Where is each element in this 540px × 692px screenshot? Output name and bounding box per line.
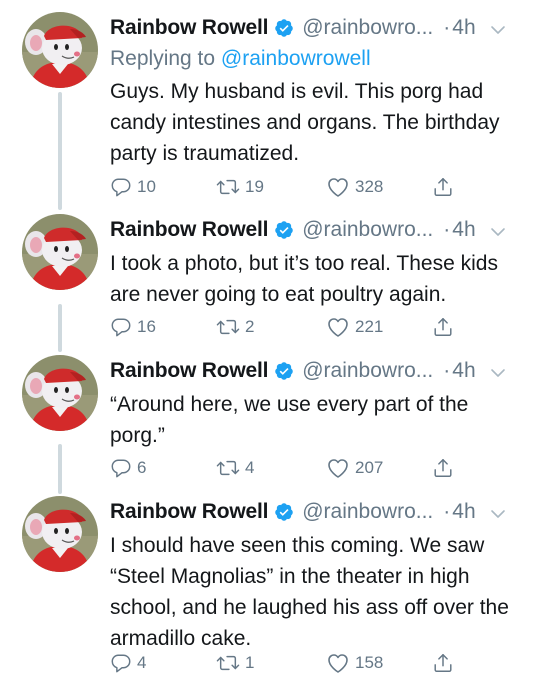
verified-badge-icon (274, 220, 294, 240)
separator-dot: · (443, 500, 451, 523)
share-button[interactable] (432, 316, 454, 338)
chevron-down-icon[interactable] (490, 222, 506, 238)
avatar[interactable] (22, 496, 98, 572)
retweet-button[interactable]: 19 (216, 176, 264, 198)
tweet-text: “Around here, we use every part of the p… (110, 393, 469, 447)
like-button[interactable]: 221 (326, 316, 383, 338)
reply-icon (110, 652, 132, 674)
share-icon (432, 652, 454, 674)
retweet-button[interactable]: 1 (216, 652, 254, 674)
like-count: 221 (355, 317, 384, 336)
reply-mention-link[interactable]: @rainbowrowell (221, 47, 371, 70)
reply-icon (110, 457, 132, 479)
heart-icon (326, 457, 350, 479)
reply-count: 16 (137, 317, 156, 336)
author-handle[interactable]: @rainbowro... (302, 218, 433, 242)
verified-badge-icon (274, 18, 294, 38)
like-count: 328 (355, 177, 384, 196)
retweet-count: 2 (245, 317, 255, 336)
timestamp[interactable]: 4h (452, 218, 475, 242)
reply-icon (110, 316, 132, 338)
share-icon (432, 176, 454, 198)
heart-icon (326, 652, 350, 674)
author-name[interactable]: Rainbow Rowell (110, 359, 268, 383)
tweet-text: Guys. My husband is evil. This porg had … (110, 80, 500, 165)
tweet-text: I should have seen this coming. We saw “… (110, 534, 509, 650)
retweet-button[interactable]: 4 (216, 457, 254, 479)
like-button[interactable]: 207 (326, 457, 383, 479)
like-button[interactable]: 328 (326, 176, 383, 198)
timestamp[interactable]: 4h (452, 500, 475, 524)
retweet-button[interactable]: 2 (216, 316, 254, 338)
timestamp[interactable]: 4h (452, 16, 475, 40)
share-icon (432, 457, 454, 479)
author-name[interactable]: Rainbow Rowell (110, 500, 268, 524)
like-count: 207 (355, 458, 384, 477)
chevron-down-icon[interactable] (490, 504, 506, 520)
retweet-icon (216, 652, 240, 674)
replying-to-label: Replying to (110, 47, 221, 70)
reply-count: 10 (137, 177, 156, 196)
retweet-icon (216, 176, 240, 198)
reply-count: 6 (137, 458, 147, 477)
verified-badge-icon (274, 502, 294, 522)
author-name[interactable]: Rainbow Rowell (110, 16, 268, 40)
avatar[interactable] (22, 355, 98, 431)
heart-icon (326, 176, 350, 198)
like-button[interactable]: 158 (326, 652, 383, 674)
author-handle[interactable]: @rainbowro... (302, 500, 433, 524)
reply-icon (110, 176, 132, 198)
tweet[interactable]: Rainbow Rowell @rainbowro... · 4h “Aroun… (0, 355, 540, 485)
chevron-down-icon[interactable] (490, 363, 506, 379)
verified-badge-icon (274, 361, 294, 381)
retweet-count: 19 (245, 177, 264, 196)
reply-button[interactable]: 10 (110, 176, 156, 198)
share-button[interactable] (432, 652, 454, 674)
chevron-down-icon[interactable] (490, 20, 506, 36)
avatar[interactable] (22, 12, 98, 88)
heart-icon (326, 316, 350, 338)
like-count: 158 (355, 653, 384, 672)
share-icon (432, 316, 454, 338)
tweet[interactable]: Rainbow Rowell @rainbowro... · 4h I shou… (0, 496, 540, 686)
tweet-text: I took a photo, but it’s too real. These… (110, 252, 498, 306)
separator-dot: · (443, 359, 451, 382)
retweet-icon (216, 316, 240, 338)
reply-count: 4 (137, 653, 147, 672)
tweet[interactable]: Rainbow Rowell @rainbowro... · 4h Replyi… (0, 12, 540, 212)
retweet-count: 1 (245, 653, 255, 672)
separator-dot: · (443, 16, 451, 39)
reply-button[interactable]: 6 (110, 457, 146, 479)
reply-button[interactable]: 16 (110, 316, 156, 338)
retweet-count: 4 (245, 458, 255, 477)
share-button[interactable] (432, 457, 454, 479)
reply-button[interactable]: 4 (110, 652, 146, 674)
share-button[interactable] (432, 176, 454, 198)
retweet-icon (216, 457, 240, 479)
tweet[interactable]: Rainbow Rowell @rainbowro... · 4h I took… (0, 214, 540, 344)
separator-dot: · (443, 218, 451, 241)
avatar[interactable] (22, 214, 98, 290)
author-handle[interactable]: @rainbowro... (302, 16, 433, 40)
author-name[interactable]: Rainbow Rowell (110, 218, 268, 242)
replying-to: Replying to @rainbowrowell (110, 44, 526, 74)
author-handle[interactable]: @rainbowro... (302, 359, 433, 383)
timestamp[interactable]: 4h (452, 359, 475, 383)
